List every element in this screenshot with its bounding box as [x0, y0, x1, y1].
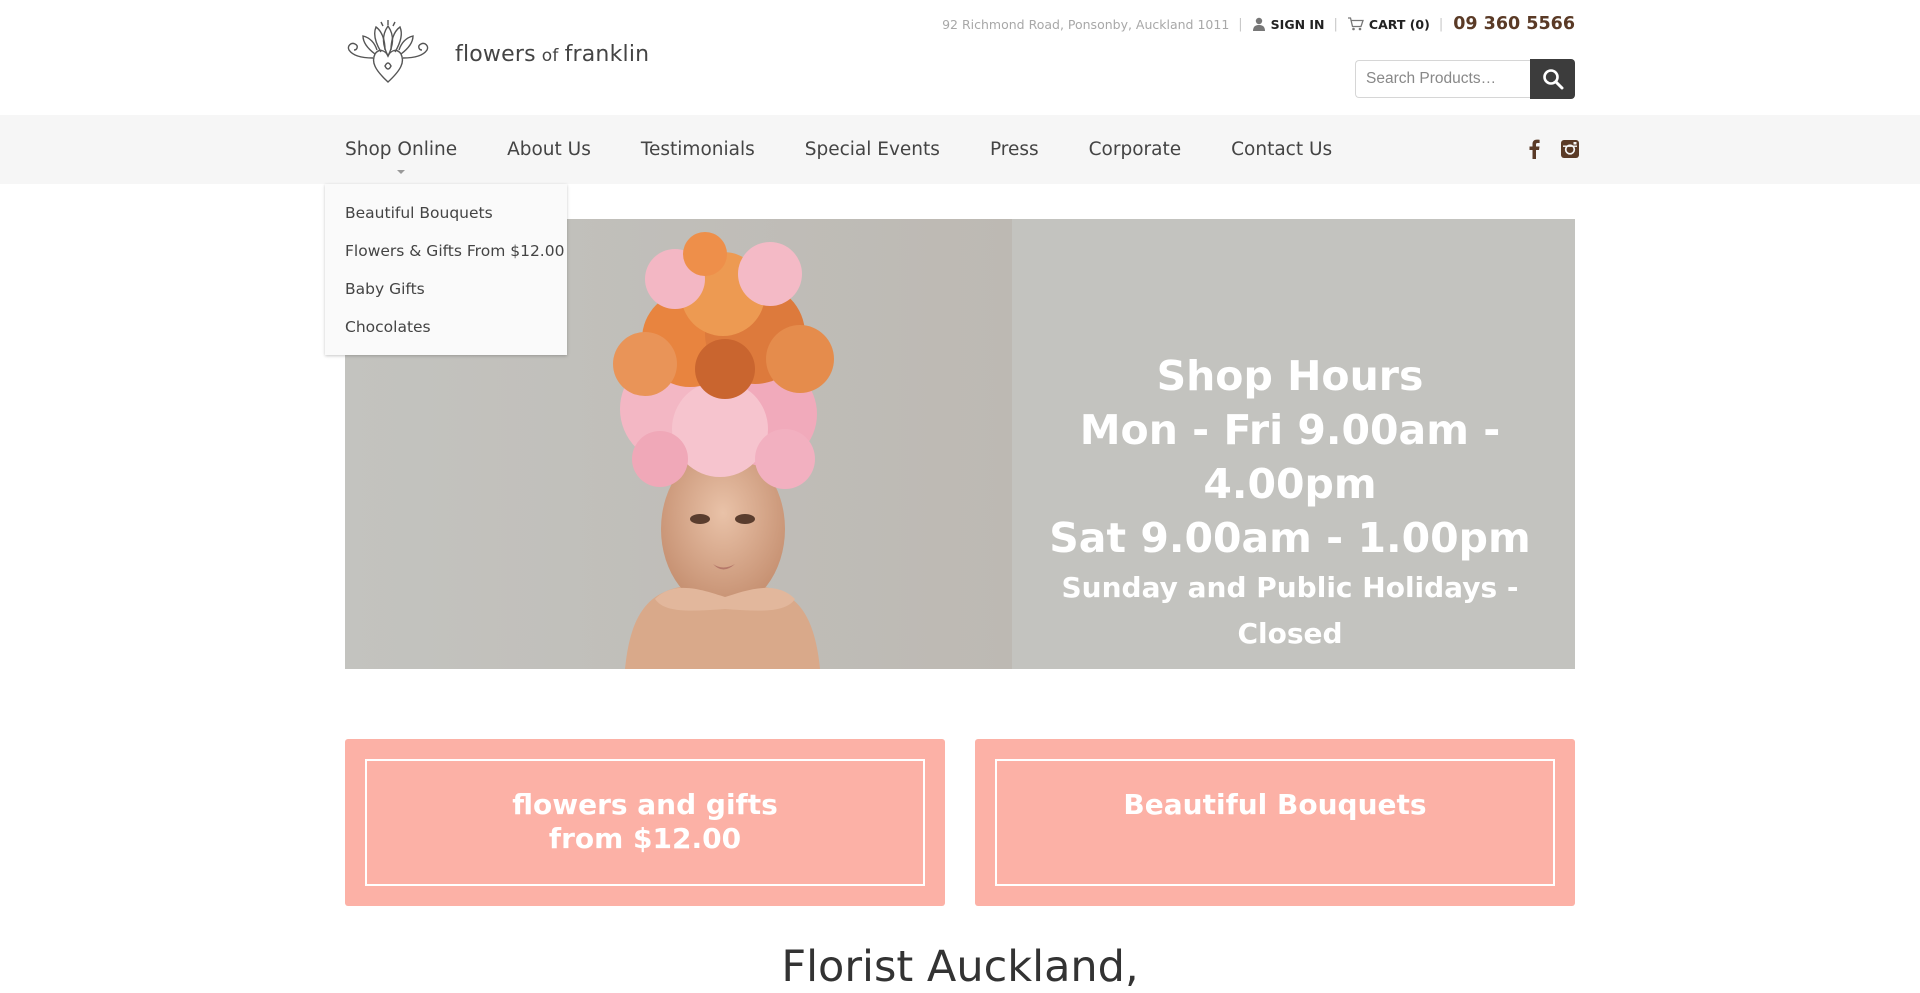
separator: |: [1333, 16, 1338, 32]
search-icon: [1542, 69, 1563, 90]
nav-corporate[interactable]: Corporate: [1089, 139, 1181, 160]
promo-beautiful-bouquets[interactable]: Beautiful Bouquets: [975, 739, 1575, 906]
promo-flowers-gifts[interactable]: flowers and gifts from $12.00: [345, 739, 945, 906]
shop-hours-title: Shop Hours: [1156, 352, 1424, 400]
dropdown-item-flowers-gifts[interactable]: Flowers & Gifts From $12.00: [325, 238, 567, 276]
main-nav-bar: Shop Online About Us Testimonials Specia…: [0, 115, 1920, 184]
promo-frame: Beautiful Bouquets: [995, 759, 1555, 886]
search-button[interactable]: [1530, 59, 1575, 99]
separator: |: [1438, 16, 1444, 32]
brand-name-part2: franklin: [564, 41, 650, 67]
shop-hours-closed: Sunday and Public Holidays - Closed: [1061, 571, 1519, 650]
cart-icon: [1347, 17, 1364, 31]
nav-testimonials[interactable]: Testimonials: [641, 139, 755, 160]
nav-contact-us[interactable]: Contact Us: [1231, 139, 1332, 160]
instagram-icon: [1561, 140, 1579, 158]
lotus-logo-icon: [347, 20, 429, 83]
page-heading: Florist Auckland,: [781, 942, 1139, 992]
phone-number[interactable]: 09 360 5566: [1453, 14, 1575, 34]
store-address: 92 Richmond Road, Ponsonby, Auckland 101…: [942, 16, 1230, 32]
nav-about-us[interactable]: About Us: [507, 139, 591, 160]
promo-frame: flowers and gifts from $12.00: [365, 759, 925, 886]
brand-name: flowers of franklin: [455, 42, 649, 67]
brand-name-of: of: [541, 45, 559, 66]
promo-flowers-gifts-label: flowers and gifts from $12.00: [512, 788, 778, 855]
site-header: flowers of franklin 92 Richmond Road, Pons…: [345, 0, 1575, 115]
facebook-link[interactable]: [1522, 137, 1546, 161]
social-links: [1510, 137, 1582, 161]
promo-beautiful-bouquets-label: Beautiful Bouquets: [1123, 788, 1427, 821]
facebook-icon: [1529, 139, 1540, 159]
search-input[interactable]: [1355, 60, 1530, 98]
shop-hours: Shop Hours Mon - Fri 9.00am - 4.00pm Sat…: [1025, 349, 1555, 657]
cart-link[interactable]: CART (0): [1347, 17, 1430, 32]
top-bar: 92 Richmond Road, Ponsonby, Auckland 101…: [942, 14, 1575, 34]
nav-press[interactable]: Press: [990, 139, 1039, 160]
sign-in-label: SIGN IN: [1270, 16, 1325, 32]
cart-label: CART (0): [1368, 16, 1430, 32]
instagram-link[interactable]: [1558, 137, 1582, 161]
site-logo[interactable]: flowers of franklin: [345, 18, 649, 84]
user-icon: [1252, 17, 1265, 31]
dropdown-item-chocolates[interactable]: Chocolates: [325, 314, 567, 352]
dropdown-item-beautiful-bouquets[interactable]: Beautiful Bouquets: [325, 200, 567, 238]
product-search: [1355, 59, 1575, 99]
dropdown-item-baby-gifts[interactable]: Baby Gifts: [325, 276, 567, 314]
shop-hours-weekdays: Mon - Fri 9.00am - 4.00pm: [1079, 406, 1501, 508]
caret-down-icon: [397, 170, 406, 174]
brand-name-part1: flowers: [455, 41, 536, 67]
separator: |: [1238, 16, 1243, 32]
sign-in-link[interactable]: SIGN IN: [1252, 17, 1325, 32]
nav-shop-online-label: Shop Online: [345, 139, 458, 160]
main-nav: Shop Online About Us Testimonials Specia…: [345, 115, 1382, 184]
nav-special-events[interactable]: Special Events: [805, 139, 940, 160]
shop-hours-saturday: Sat 9.00am - 1.00pm: [1049, 514, 1531, 562]
shop-online-dropdown: Beautiful Bouquets Flowers & Gifts From …: [325, 184, 567, 355]
nav-shop-online[interactable]: Shop Online: [345, 139, 458, 174]
